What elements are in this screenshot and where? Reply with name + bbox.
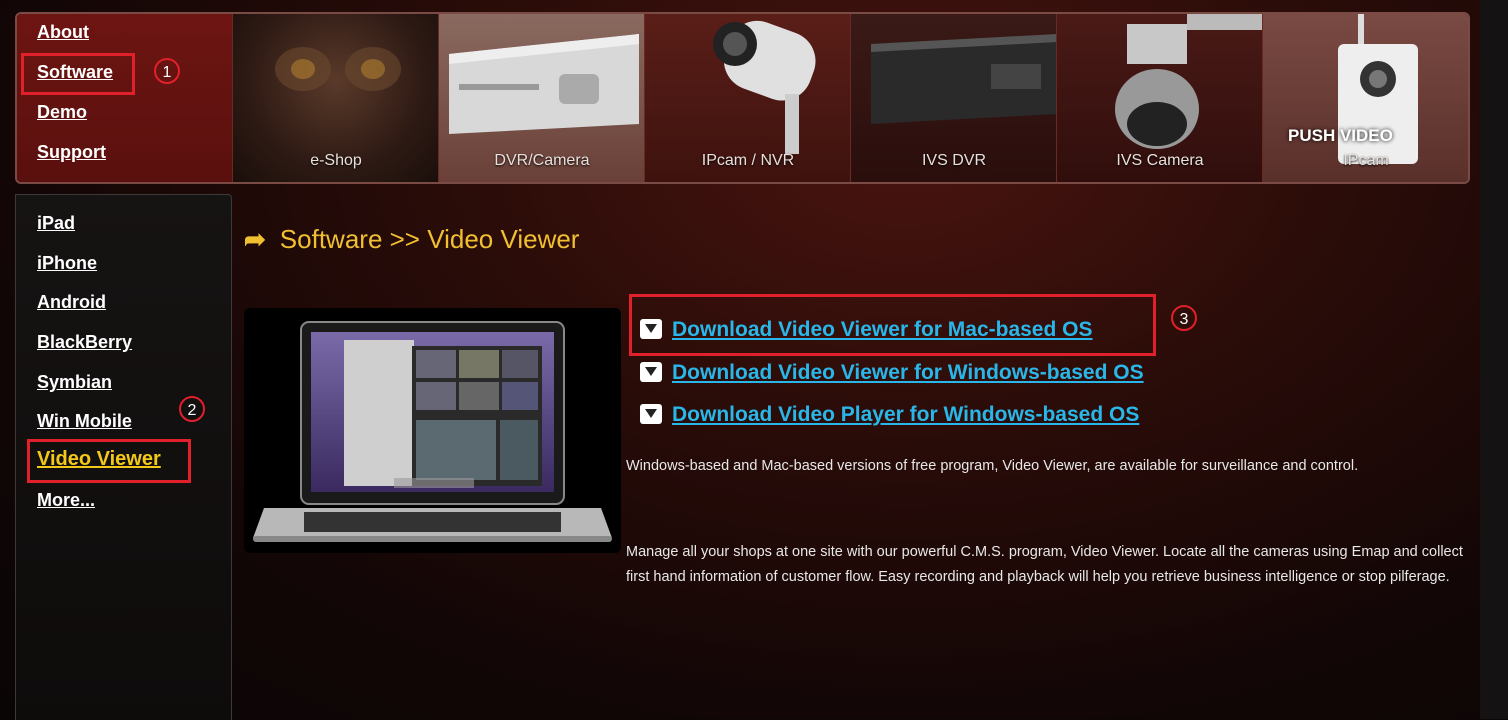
sidebar-item-android[interactable]: Android	[37, 292, 106, 313]
product-label: IPcam / NVR	[701, 152, 795, 169]
description-paragraph-1: Windows-based and Mac-based versions of …	[626, 458, 1359, 474]
product-ipcam-nvr[interactable]: IPcam / NVR	[644, 14, 851, 182]
highlight-box-video-viewer	[27, 439, 191, 483]
product-label: IVS DVR	[921, 152, 986, 169]
download-arrow-icon	[640, 404, 662, 424]
page-title: ➦ Software >> Video Viewer	[244, 224, 579, 255]
product-label: DVR/Camera	[494, 152, 590, 169]
nav-support[interactable]: Support	[37, 142, 106, 163]
description-paragraph-2: Manage all your shops at one site with o…	[626, 544, 1463, 585]
download-windows-player-link[interactable]: Download Video Player for Windows-based …	[640, 403, 1139, 427]
breadcrumb: Software >> Video Viewer	[279, 224, 580, 254]
highlight-box-mac-download	[629, 294, 1156, 356]
sidebar-item-blackberry[interactable]: BlackBerry	[37, 332, 132, 353]
product-label: IPcam	[1343, 152, 1389, 169]
highlight-box-software	[21, 53, 135, 95]
sidebar-item-win-mobile[interactable]: Win Mobile	[37, 411, 132, 432]
annotation-badge-1: 1	[154, 58, 180, 84]
product-ipcam[interactable]: PUSH VIDEO IPcam	[1262, 14, 1468, 182]
arrow-icon: ➦	[244, 224, 266, 254]
download-label: Download Video Viewer for Windows-based …	[672, 361, 1144, 384]
sidebar-item-ipad[interactable]: iPad	[37, 213, 75, 234]
top-nav: About Software Demo Support	[17, 14, 232, 182]
product-ivs-dvr[interactable]: IVS DVR	[850, 14, 1057, 182]
annotation-badge-2: 2	[179, 396, 205, 422]
product-dvr-camera[interactable]: DVR/Camera	[438, 14, 645, 182]
macbook-illustration	[253, 321, 612, 542]
annotation-badge-3: 3	[1171, 305, 1197, 331]
sidebar-item-symbian[interactable]: Symbian	[37, 372, 112, 393]
product-eshop[interactable]: e-Shop	[232, 14, 439, 182]
product-label: e-Shop	[310, 152, 362, 169]
push-video-overlay: PUSH VIDEO	[1288, 126, 1393, 145]
nav-about[interactable]: About	[37, 22, 89, 43]
scrollbar-track[interactable]	[1480, 0, 1508, 719]
product-label: IVS Camera	[1116, 152, 1204, 169]
sidebar-item-iphone[interactable]: iPhone	[37, 253, 97, 274]
product-ivs-camera[interactable]: IVS Camera	[1056, 14, 1263, 182]
download-windows-viewer-link[interactable]: Download Video Viewer for Windows-based …	[640, 361, 1144, 385]
download-arrow-icon	[640, 362, 662, 382]
laptop-image	[244, 308, 621, 553]
download-label: Download Video Player for Windows-based …	[672, 403, 1140, 426]
top-banner: About Software Demo Support e-Shop DVR/C…	[15, 12, 1470, 184]
nav-demo[interactable]: Demo	[37, 102, 87, 123]
sidebar-item-more[interactable]: More...	[37, 490, 95, 511]
